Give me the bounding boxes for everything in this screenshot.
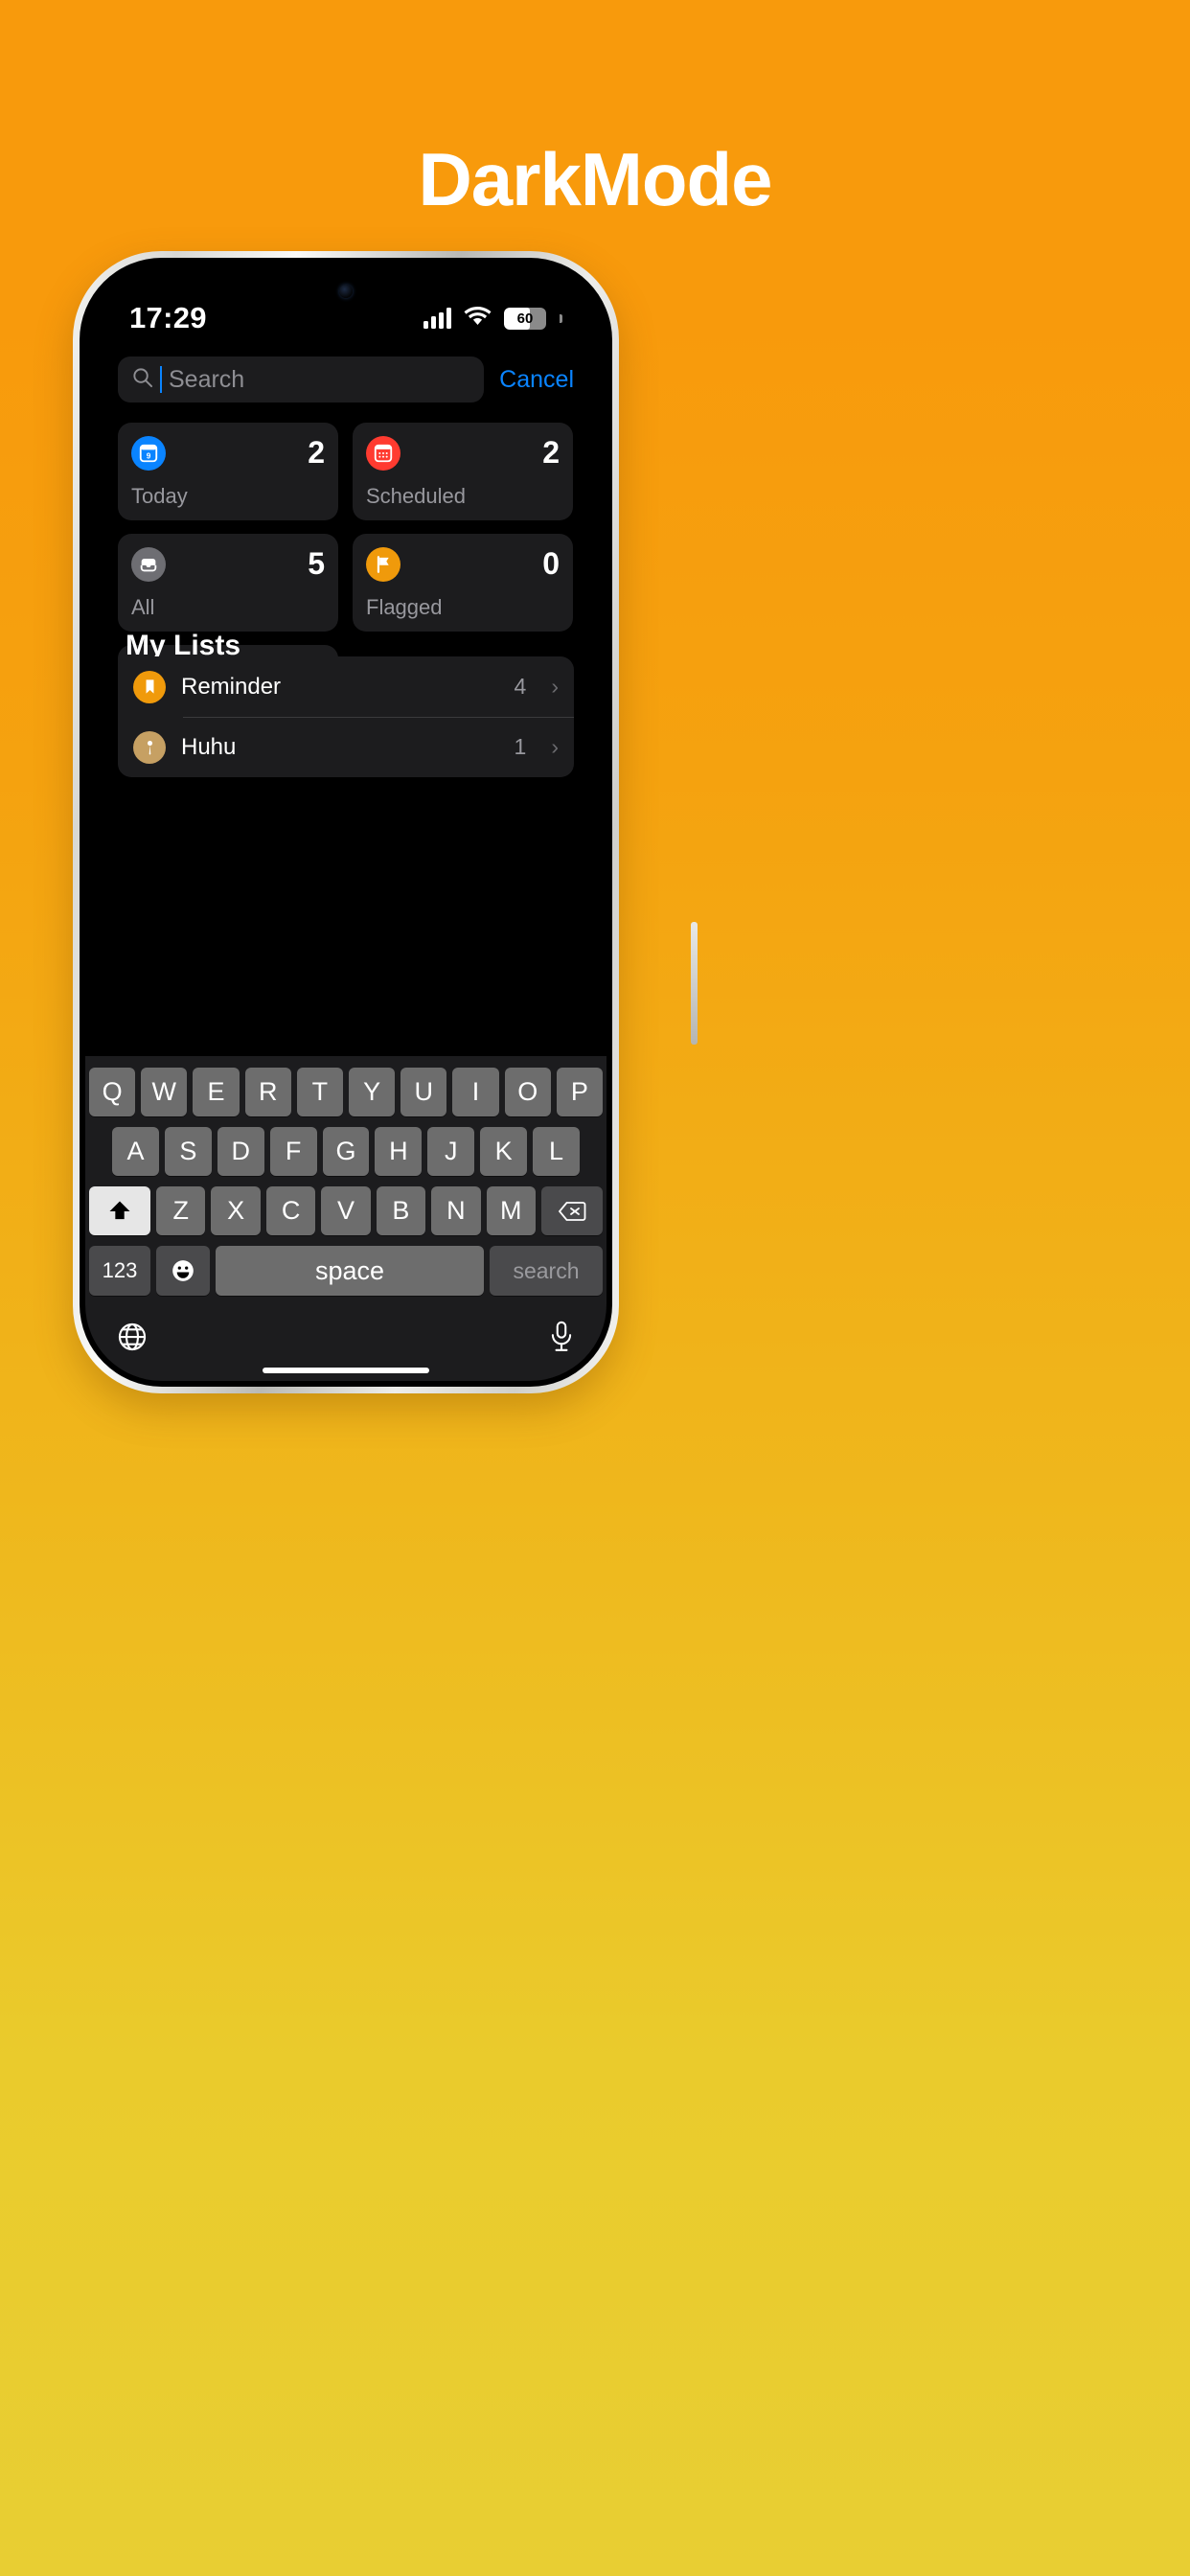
space-key[interactable]: space: [216, 1246, 484, 1296]
on-screen-keyboard: Q W E R T Y U I O P A S D F G H J K L Z …: [85, 1056, 606, 1381]
key-d[interactable]: D: [217, 1127, 264, 1176]
keyboard-row-2: A S D F G H J K L: [89, 1127, 603, 1176]
phone-screen: 17:29 60 Search Cancel 9 2 Today 2 Sched…: [85, 264, 606, 1381]
key-r[interactable]: R: [244, 1068, 291, 1116]
key-b[interactable]: B: [376, 1186, 426, 1235]
emoji-smiley-icon[interactable]: [156, 1246, 210, 1296]
list-item[interactable]: Reminder 4 ›: [118, 656, 574, 717]
list-item-name: Huhu: [181, 733, 237, 760]
backspace-icon[interactable]: [540, 1186, 603, 1235]
power-button[interactable]: [691, 922, 698, 1045]
smart-list-label: Flagged: [366, 595, 443, 619]
status-time: 17:29: [129, 301, 207, 334]
keyboard-bottom-bar: [89, 1306, 603, 1366]
smart-list-label: Today: [131, 484, 188, 508]
smart-list-count: 2: [308, 435, 325, 470]
key-i[interactable]: I: [452, 1068, 499, 1116]
key-o[interactable]: O: [504, 1068, 551, 1116]
globe-icon[interactable]: [116, 1321, 149, 1358]
key-j[interactable]: J: [427, 1127, 475, 1176]
chevron-right-icon: ›: [551, 734, 559, 759]
list-item-name: Reminder: [181, 673, 282, 700]
key-c[interactable]: C: [265, 1186, 316, 1235]
page-title: DarkMode: [418, 137, 772, 221]
pin-icon: [133, 730, 166, 764]
list-item[interactable]: Huhu 1 ›: [118, 717, 574, 777]
search-placeholder: Search: [169, 365, 245, 393]
key-p[interactable]: P: [556, 1068, 604, 1116]
search-row: Search Cancel: [85, 356, 606, 402]
key-v[interactable]: V: [321, 1186, 371, 1235]
wifi-icon: [464, 306, 492, 331]
key-n[interactable]: N: [431, 1186, 481, 1235]
key-e[interactable]: E: [193, 1068, 240, 1116]
keyboard-row-3: Z X C V B N M: [89, 1186, 603, 1235]
status-indicators: 60: [423, 306, 562, 331]
key-y[interactable]: Y: [349, 1068, 396, 1116]
chevron-right-icon: ›: [551, 674, 559, 699]
key-x[interactable]: X: [211, 1186, 261, 1235]
svg-text:9: 9: [147, 451, 151, 460]
list-item-count: 4: [514, 674, 527, 699]
status-bar: 17:29 60: [85, 292, 606, 344]
key-u[interactable]: U: [400, 1068, 447, 1116]
phone-bezel: 17:29 60 Search Cancel 9 2 Today 2 Sched…: [80, 258, 612, 1387]
key-s[interactable]: S: [164, 1127, 212, 1176]
keyboard-row-4: 123 space search: [89, 1246, 603, 1296]
key-w[interactable]: W: [141, 1068, 188, 1116]
smart-list-count: 0: [542, 546, 560, 581]
text-caret: [160, 366, 162, 393]
cellular-bars-icon: [423, 308, 451, 329]
key-z[interactable]: Z: [156, 1186, 206, 1235]
return-key[interactable]: search: [490, 1246, 603, 1296]
key-m[interactable]: M: [486, 1186, 536, 1235]
search-input[interactable]: Search: [118, 356, 485, 402]
key-g[interactable]: G: [322, 1127, 370, 1176]
key-t[interactable]: T: [296, 1068, 343, 1116]
smart-list-card-today[interactable]: 9 2 Today: [118, 423, 338, 520]
key-f[interactable]: F: [269, 1127, 317, 1176]
smart-list-card-all[interactable]: 5 All: [118, 534, 338, 632]
calendar-icon: [366, 435, 400, 471]
search-icon: [131, 366, 153, 393]
smart-list-count: 5: [308, 546, 325, 581]
bookmark-icon: [133, 670, 166, 703]
key-l[interactable]: L: [533, 1127, 581, 1176]
smart-list-label: Scheduled: [366, 484, 466, 508]
smart-list-card-scheduled[interactable]: 2 Scheduled: [353, 423, 573, 520]
battery-level: 60: [516, 310, 534, 327]
keyboard-row-1: Q W E R T Y U I O P: [88, 1068, 604, 1116]
microphone-icon[interactable]: [547, 1321, 576, 1358]
key-q[interactable]: Q: [88, 1068, 136, 1116]
key-k[interactable]: K: [480, 1127, 528, 1176]
home-indicator: [263, 1368, 429, 1373]
shift-up-arrow-icon[interactable]: [89, 1186, 151, 1235]
battery-cap-icon: [560, 313, 562, 323]
flag-icon: [366, 546, 400, 582]
phone-frame: 17:29 60 Search Cancel 9 2 Today 2 Sched…: [73, 251, 698, 1393]
battery-icon: 60: [504, 307, 546, 330]
key-h[interactable]: H: [375, 1127, 423, 1176]
smart-list-card-flagged[interactable]: 0 Flagged: [353, 534, 573, 632]
key-a[interactable]: A: [112, 1127, 159, 1176]
my-lists-card: Reminder 4 › Huhu 1 ›: [118, 656, 574, 777]
calendar-day-icon: 9: [131, 435, 166, 471]
tray-icon: [131, 546, 166, 582]
cancel-button[interactable]: Cancel: [499, 366, 574, 394]
smart-list-label: All: [131, 595, 155, 619]
list-item-count: 1: [514, 734, 527, 759]
numbers-key[interactable]: 123: [89, 1246, 150, 1296]
smart-list-count: 2: [542, 435, 560, 470]
